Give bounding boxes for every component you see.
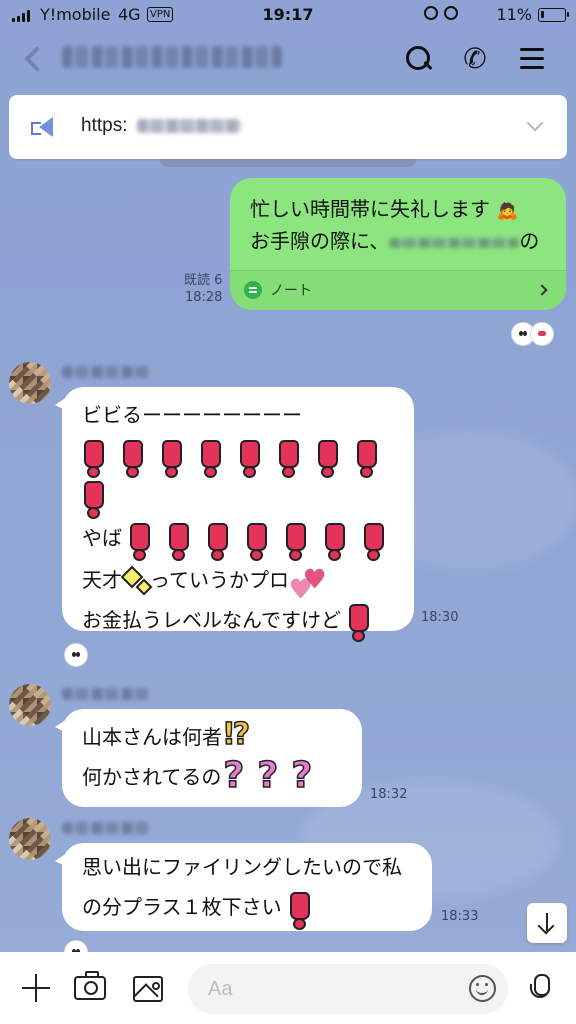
exclamation-icon (167, 520, 191, 561)
sender-name-blurred (62, 366, 152, 378)
incoming-message[interactable]: ビビるーーーーーーーー やば 天才っていうかプロ お金払うレベルなんですけど (55, 387, 414, 642)
exclamation-icon (288, 889, 312, 930)
sender-name-blurred (62, 688, 152, 700)
megaphone-icon (31, 117, 55, 137)
message-line: 思い出にファイリングしたいので私 (82, 855, 402, 879)
announcement-banner[interactable]: https: (9, 95, 567, 159)
avatar[interactable] (9, 684, 51, 726)
outgoing-line-2: お手隙の際に、の (250, 229, 540, 253)
exclamation-icon (277, 437, 301, 478)
exclamation-icon (245, 520, 269, 561)
exclamation-icon (206, 520, 230, 561)
chat-title (60, 46, 290, 72)
read-count: 既読 6 (184, 273, 223, 288)
message-line: ビビるーーーーーーーー (82, 403, 302, 427)
heart-eyes-reaction-icon[interactable] (530, 322, 554, 346)
message-line: 山本さんは何者 (82, 715, 323, 757)
menu-icon[interactable] (516, 42, 550, 76)
exclamation-icon (362, 520, 386, 561)
camera-icon[interactable] (74, 971, 106, 1000)
message-line: 何かされてるの (82, 756, 323, 797)
message-line: の分プラス１枚下さい (82, 887, 402, 930)
note-link[interactable]: ノート (230, 270, 566, 310)
phone-icon[interactable]: ✆ (458, 42, 492, 76)
sparkle-icon (122, 567, 150, 595)
exclamation-icon (121, 437, 145, 478)
sender-name-blurred (62, 822, 152, 834)
chevron-down-icon[interactable] (526, 114, 544, 132)
note-label: ノート (270, 283, 312, 299)
back-button[interactable] (20, 42, 50, 76)
status-icons (424, 6, 458, 20)
battery-percent: 11% (496, 5, 532, 24)
message-time: 18:32 (370, 787, 408, 802)
image-icon[interactable] (133, 976, 163, 1002)
message-input-box[interactable] (188, 964, 508, 1014)
exclamation-icon (82, 478, 106, 519)
exclamation-icon (355, 437, 379, 478)
battery-icon (538, 8, 569, 22)
outgoing-message[interactable]: 忙しい時間帯に失礼します 🙇 お手隙の際に、の ノート (230, 178, 566, 310)
exclamation-icon (160, 437, 184, 478)
message-line: お金払うレベルなんですけど (82, 600, 394, 642)
status-bar: Y!mobile 4G VPN 19:17 11% (0, 0, 576, 30)
exclamation-row (82, 477, 394, 519)
message-time: 18:33 (441, 909, 479, 924)
exclamation-icon (238, 437, 262, 478)
avatar[interactable] (9, 362, 51, 404)
exclamation-icon (199, 437, 223, 478)
hearts-icon (289, 560, 326, 610)
exclamation-question-icon (222, 715, 252, 757)
rotation-lock-icon (424, 6, 438, 20)
exclamation-icon (323, 520, 347, 561)
surprised-reaction-icon[interactable] (64, 643, 88, 667)
message-input[interactable] (208, 974, 438, 1004)
read-meta: 既読 6 18:28 (184, 272, 222, 306)
scroll-down-button[interactable] (527, 903, 567, 943)
note-icon (244, 281, 262, 299)
chevron-right-icon (536, 284, 548, 296)
message-line: やば (82, 518, 394, 561)
announcement-text: https: (81, 115, 128, 136)
outgoing-line-1: 忙しい時間帯に失礼します 🙇 (250, 197, 519, 221)
question-icon (221, 756, 251, 796)
exclamation-icon (82, 437, 106, 478)
status-time: 19:17 (262, 5, 314, 24)
exclamation-row (82, 435, 394, 478)
question-icon (289, 756, 319, 796)
exclamation-icon (347, 601, 371, 642)
input-bar (0, 952, 576, 1024)
bowing-emoji-icon: 🙇 (496, 200, 519, 221)
chat-header: ✆ (0, 30, 576, 88)
announcement-url-blurred (137, 119, 241, 133)
exclamation-icon (316, 437, 340, 478)
avatar[interactable] (9, 818, 51, 860)
plus-icon[interactable] (20, 972, 52, 1004)
message-time: 18:30 (421, 610, 459, 625)
exclamation-icon (128, 520, 152, 561)
search-icon[interactable] (402, 42, 436, 76)
blurred-text (389, 237, 520, 248)
microphone-icon[interactable] (529, 974, 551, 1006)
exclamation-icon (284, 520, 308, 561)
pinned-strip (160, 159, 416, 167)
question-icon (255, 756, 285, 796)
incoming-message[interactable]: 山本さんは何者 何かされてるの (55, 709, 362, 807)
message-line: 天才 っていうかプロ (82, 560, 394, 610)
incoming-message[interactable]: 思い出にファイリングしたいので私 の分プラス１枚下さい (55, 843, 432, 931)
emoji-icon[interactable] (469, 975, 496, 1002)
alarm-icon (444, 6, 458, 20)
outgoing-time: 18:28 (184, 290, 223, 305)
